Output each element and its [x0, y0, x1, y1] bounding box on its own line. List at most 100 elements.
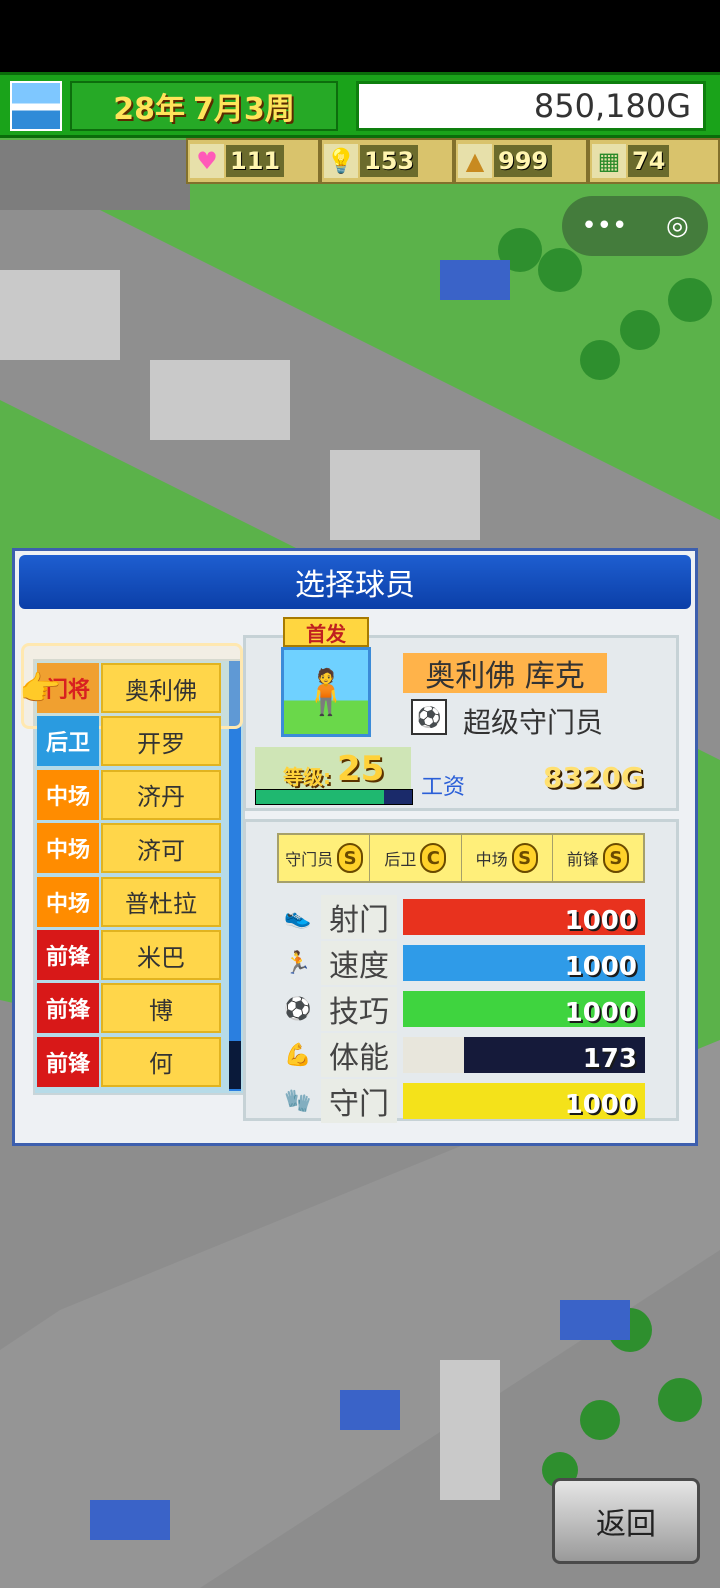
pointer-hand-icon: 👉	[19, 669, 62, 709]
experience-bar	[255, 789, 413, 805]
stat-ideas: 💡 153	[320, 138, 454, 184]
aptitude-defender: 后卫 C	[370, 835, 462, 881]
experience-fill	[256, 790, 384, 804]
resource-bar: ♥ 111 💡 153 ▲ 999 ▦ 74	[186, 138, 720, 184]
attribute-row: 💪 体能 173	[277, 1033, 645, 1077]
aptitude-label: 前锋	[566, 850, 599, 869]
roster-row[interactable]: 门将 奥利佛	[37, 663, 221, 713]
player-avatar-icon: 🧍	[298, 667, 354, 718]
aptitude-label: 守门员	[285, 850, 334, 869]
level-label: 等级:	[283, 765, 331, 789]
position-badge: 中场	[37, 876, 99, 927]
bulb-icon: 💡	[324, 144, 358, 178]
attribute-value: 173	[582, 1044, 637, 1074]
player-role: 超级守门员	[463, 706, 604, 739]
aptitude-forward: 前锋 S	[553, 835, 643, 881]
attribute-label: 技巧	[321, 987, 397, 1031]
attribute-value: 1000	[564, 998, 637, 1028]
status-bar	[0, 0, 720, 72]
back-button[interactable]: 返回	[552, 1478, 700, 1564]
position-badge: 前锋	[37, 930, 99, 980]
aptitude-grade: S	[511, 843, 538, 873]
stat-field: ▦ 74	[588, 138, 720, 184]
roster-row[interactable]: 前锋何	[37, 1036, 221, 1087]
attribute-label: 射门	[321, 895, 397, 939]
player-name-cell: 济可	[101, 823, 221, 874]
position-badge: 后卫	[37, 716, 99, 767]
player-name-cell: 何	[101, 1036, 221, 1087]
position-badge: 中场	[37, 823, 99, 874]
attribute-value: 1000	[564, 1090, 637, 1120]
aptitude-midfielder: 中场 S	[462, 835, 553, 881]
stat-value: 74	[628, 145, 670, 177]
keeper-icon: 🧤	[284, 1088, 312, 1114]
stat-value: 999	[494, 145, 553, 177]
roster-row[interactable]: 前锋 米巴	[37, 930, 221, 980]
attribute-label: 速度	[321, 941, 397, 985]
roster-row[interactable]: 中场 济可	[37, 823, 221, 874]
stat-hearts: ♥ 111	[186, 138, 320, 184]
field-icon: ▦	[592, 144, 626, 178]
stat-land: ▲ 999	[454, 138, 588, 184]
select-player-dialog: 选择球员 门将 奥利佛 后卫 开罗 中场 济丹 中场 济可 中场 普杜拉 前锋 米巴 前锋博前锋何 👉 …	[12, 548, 698, 1146]
close-target-icon[interactable]: ◎	[666, 211, 689, 241]
level-value: 25	[337, 749, 385, 789]
roster-row[interactable]: 后卫 开罗	[37, 716, 221, 767]
attribute-bar: 1000	[403, 945, 645, 982]
player-name-cell: 米巴	[101, 930, 221, 980]
player-name-cell: 博	[101, 983, 221, 1034]
position-badge: 中场	[37, 769, 99, 820]
roster-row[interactable]: 中场 济丹	[37, 769, 221, 820]
attribute-value: 1000	[564, 952, 637, 982]
attribute-label: 守门	[321, 1079, 397, 1123]
aptitude-label: 后卫	[384, 850, 417, 869]
position-aptitudes: 守门员 S 后卫 C 中场 S 前锋 S	[277, 833, 645, 883]
attribute-bar: 173	[403, 1037, 645, 1074]
more-icon[interactable]: •••	[581, 211, 627, 241]
attribute-row: ⚽ 技巧 1000	[277, 987, 645, 1031]
attribute-fill	[403, 1037, 464, 1073]
aptitude-grade: S	[337, 843, 364, 873]
stat-value: 153	[360, 145, 419, 177]
shoot-icon: 👟	[284, 904, 312, 930]
position-badge: 前锋	[37, 983, 99, 1034]
attribute-row: 🧤 守门 1000	[277, 1079, 645, 1123]
position-badge: 前锋	[37, 1036, 99, 1087]
dialog-title: 选择球员	[19, 555, 691, 609]
player-name-cell: 普杜拉	[101, 876, 221, 927]
attribute-bar: 1000	[403, 991, 645, 1028]
player-portrait: 🧍	[281, 647, 371, 737]
attribute-bar: 1000	[403, 899, 645, 936]
money-display: 850,180G	[356, 81, 706, 131]
mini-program-capsule: ••• ◎	[562, 196, 708, 256]
player-name-cell: 开罗	[101, 716, 221, 767]
attribute-bar: 1000	[403, 1083, 645, 1120]
week-text: 7月3周	[193, 92, 295, 127]
salary-label: 工资	[421, 775, 466, 800]
player-name: 奥利佛 库克	[403, 653, 607, 694]
town-icon[interactable]	[10, 81, 62, 131]
roster-row[interactable]: 前锋博	[37, 983, 221, 1034]
roster-scroll-thumb[interactable]	[229, 1041, 241, 1089]
attribute-row: 🏃 速度 1000	[277, 941, 645, 985]
heart-icon: ♥	[190, 144, 224, 178]
aptitude-label: 中场	[475, 850, 508, 869]
stat-value: 111	[226, 145, 285, 177]
goalkeeper-role-icon: ⚽	[411, 699, 447, 735]
player-name-cell: 奥利佛	[101, 663, 221, 713]
starter-badge: 首发	[283, 617, 369, 647]
hud-bar: 28年 7月3周 850,180G	[0, 72, 720, 138]
player-name-cell: 济丹	[101, 769, 221, 820]
attribute-value: 1000	[564, 906, 637, 936]
stamina-icon: 💪	[284, 1042, 312, 1068]
attribute-row: 👟 射门 1000	[277, 895, 645, 939]
year-text: 28年	[113, 92, 185, 127]
hill-icon: ▲	[458, 144, 492, 178]
roster-row[interactable]: 中场 普杜拉	[37, 876, 221, 927]
date-display: 28年 7月3周	[70, 81, 338, 131]
attribute-label: 体能	[321, 1033, 397, 1077]
salary-value: 8320G	[543, 761, 644, 794]
speed-icon: 🏃	[284, 950, 312, 976]
aptitude-grade: C	[420, 843, 447, 873]
aptitude-goalkeeper: 守门员 S	[279, 835, 371, 881]
